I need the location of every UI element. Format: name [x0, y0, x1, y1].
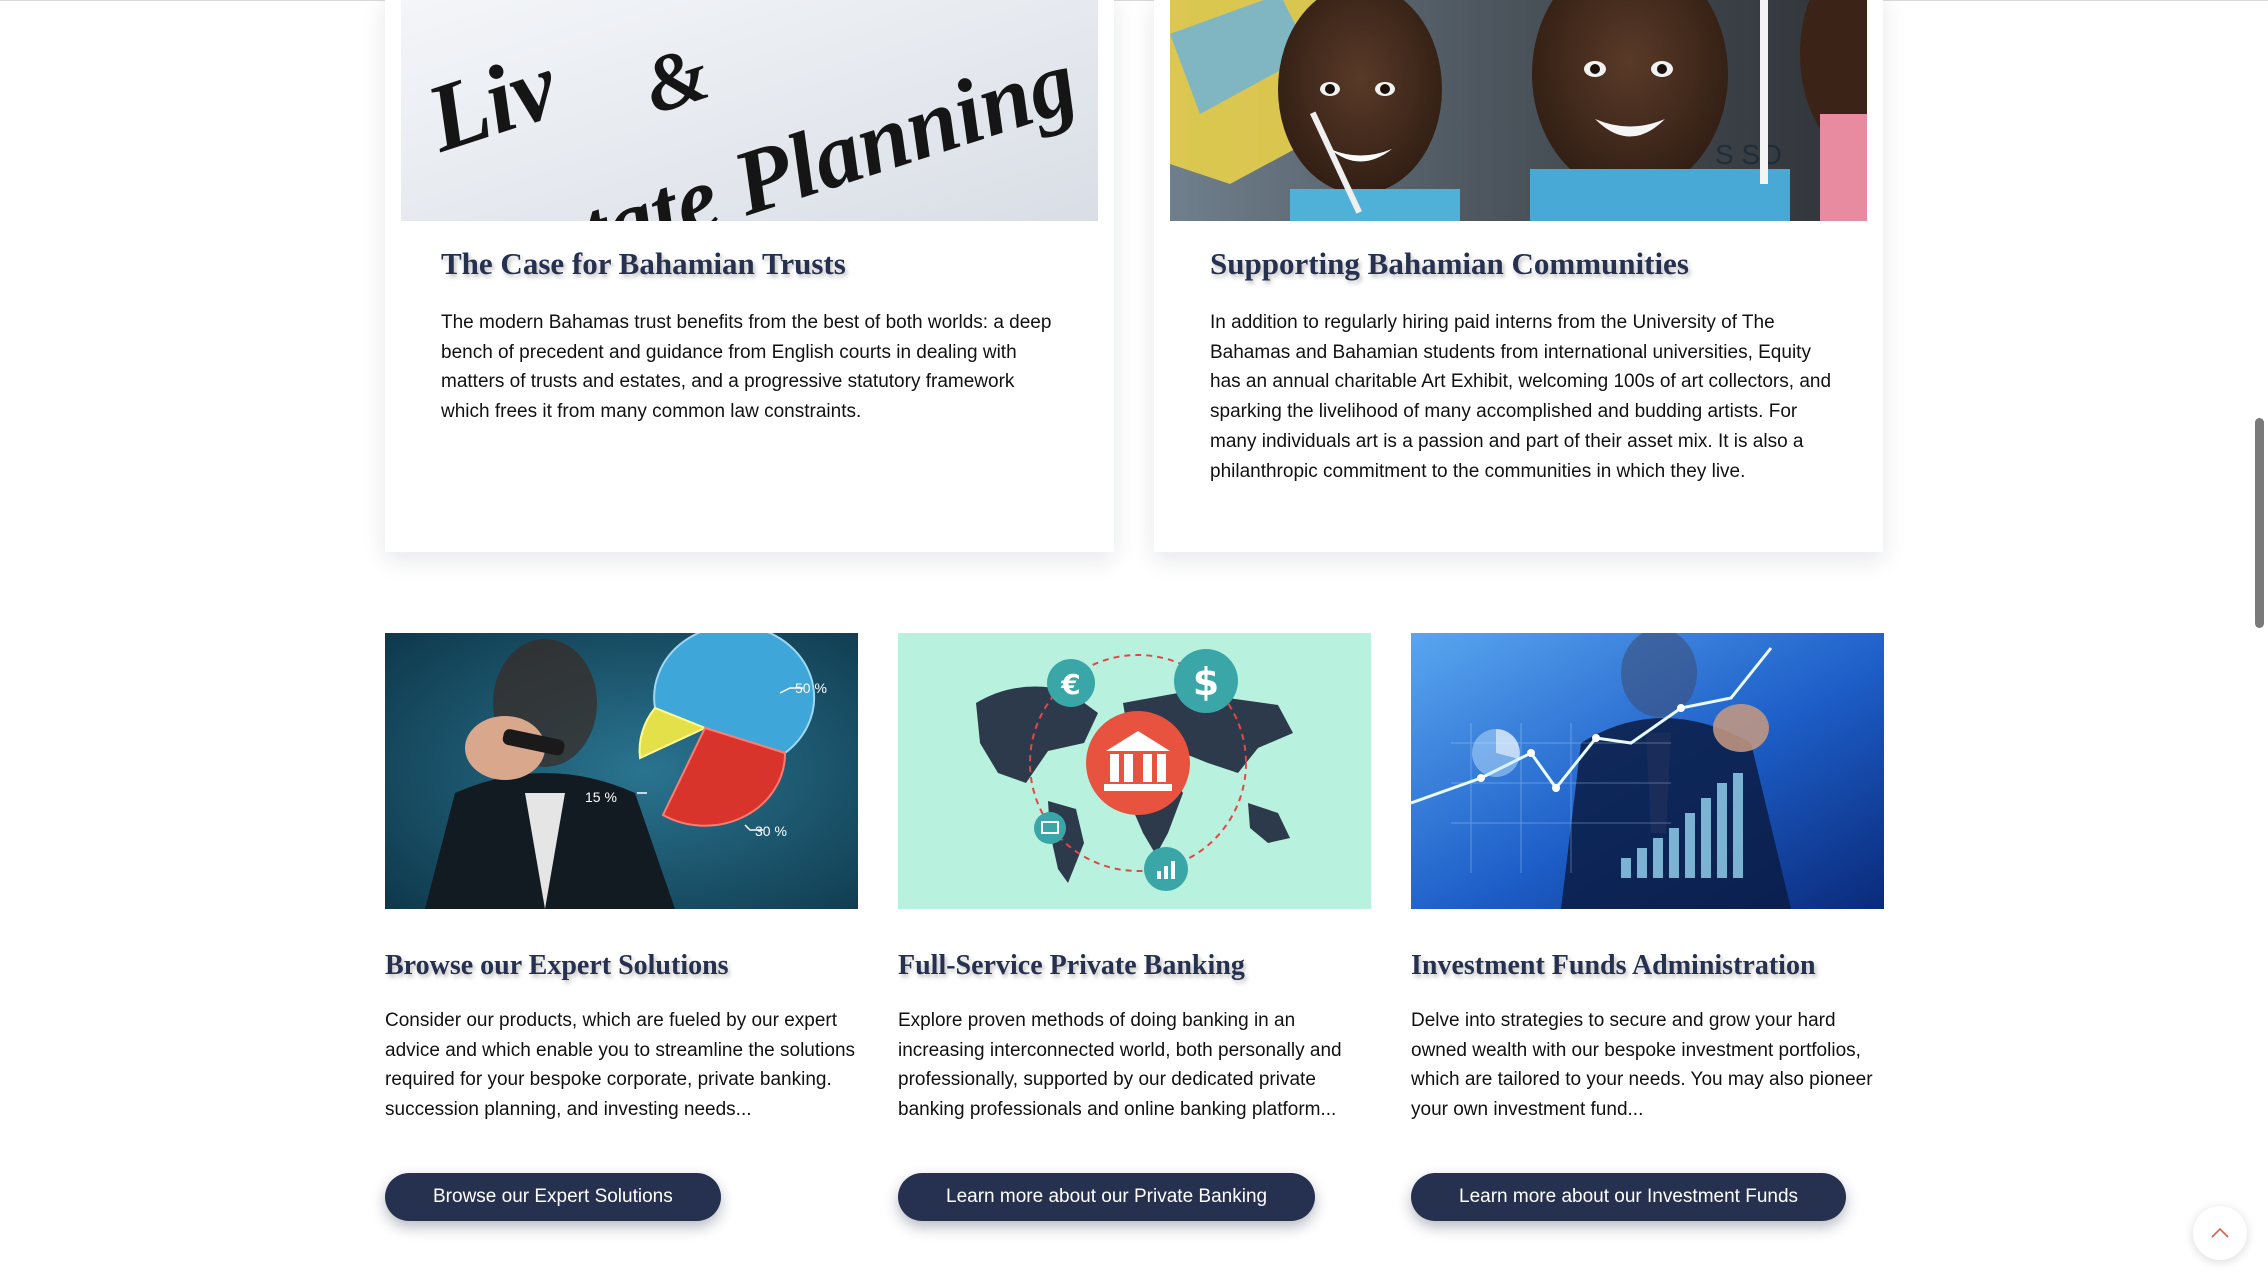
feature-text: Delve into strategies to secure and grow…	[1411, 1010, 1873, 1121]
pie-label-15: 15 %	[585, 789, 617, 805]
card-title: The Case for Bahamian Trusts	[441, 246, 846, 281]
feature-title: Full-Service Private Banking	[898, 950, 1245, 981]
feature-text: Consider our products, which are fueled …	[385, 1010, 856, 1121]
card-image-children-photo: S SO	[1170, 0, 1867, 221]
investment-funds-button[interactable]: Learn more about our Investment Funds	[1411, 1173, 1847, 1221]
feature-image-investment-graph	[1411, 633, 1884, 909]
card-title: Supporting Bahamian Communities	[1210, 246, 1689, 281]
card-image-estate-planning: Liv & tate Planning	[401, 0, 1098, 221]
pie-label-50: 50 %	[795, 680, 827, 696]
feature-image-pie-chart: 50 % 15 % 30 %	[385, 633, 858, 909]
private-banking-button[interactable]: Learn more about our Private Banking	[898, 1173, 1316, 1221]
top-divider	[0, 0, 2268, 1]
feature-title: Browse our Expert Solutions	[385, 950, 729, 981]
card-text: In addition to regularly hiring paid int…	[1210, 312, 1832, 482]
card-text: The modern Bahamas trust benefits from t…	[441, 312, 1052, 423]
svg-text:S SO: S SO	[1715, 139, 1782, 170]
dollar-icon: $	[1193, 660, 1219, 704]
card-bahamian-trusts: Liv & tate Planning The Case for Bahamia…	[385, 0, 1114, 552]
scrollbar-thumb[interactable]	[2255, 418, 2264, 628]
euro-icon: €	[1060, 668, 1080, 701]
page: Liv & tate Planning The Case for Bahamia…	[0, 0, 2268, 1280]
pie-label-30: 30 %	[755, 823, 787, 839]
page-scrollbar[interactable]	[2250, 0, 2268, 1280]
feature-image-world-banking: € $	[898, 633, 1371, 909]
feature-title: Investment Funds Administration	[1411, 950, 1816, 981]
back-to-top-button[interactable]	[2193, 1206, 2247, 1260]
feature-text: Explore proven methods of doing banking …	[898, 1010, 1342, 1121]
browse-expert-solutions-button[interactable]: Browse our Expert Solutions	[385, 1173, 721, 1221]
chevron-up-icon	[2211, 1227, 2229, 1238]
card-bahamian-communities: S SO Supporting Bahamian Communities In …	[1154, 0, 1883, 552]
